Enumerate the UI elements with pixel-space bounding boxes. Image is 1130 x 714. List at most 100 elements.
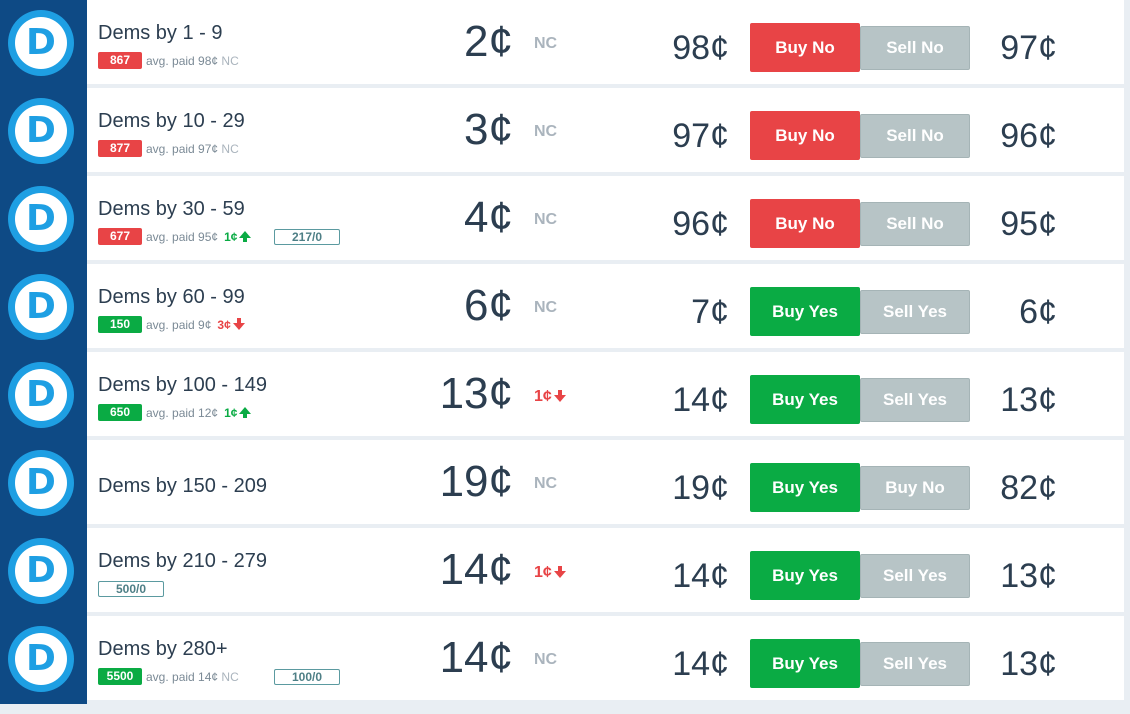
buy-button[interactable]: Buy No: [750, 199, 860, 248]
buy-button[interactable]: Buy Yes: [750, 287, 860, 336]
sell-price: 6¢: [1019, 293, 1057, 331]
holding-info: 877 avg. paid 97¢ NC: [98, 140, 239, 157]
open-orders-badge[interactable]: 217/0: [274, 229, 340, 245]
shares-badge: 150: [98, 316, 142, 333]
avg-paid: avg. paid 98¢ NC: [146, 53, 239, 68]
contract-row: D Dems by 150 - 209 19¢ NC 19¢ Buy Yes Buy No 8…: [8, 440, 1124, 524]
price-change: 1¢: [534, 388, 566, 406]
holding-info: 5500 avg. paid 14¢ NC: [98, 668, 239, 685]
contract-row: D Dems by 60 - 99 150 avg. paid 9¢ 3¢ 6¢ NC 7¢ B…: [8, 264, 1124, 348]
contract-name[interactable]: Dems by 150 - 209: [98, 475, 267, 498]
shares-badge: 5500: [98, 668, 142, 685]
sell-price: 95¢: [1000, 205, 1057, 243]
latest-price: 14¢: [439, 633, 513, 682]
buy-button[interactable]: Buy Yes: [750, 463, 860, 512]
buy-button[interactable]: Buy No: [750, 111, 860, 160]
holding-info: 867 avg. paid 98¢ NC: [98, 52, 239, 69]
best-offer: 14¢: [672, 381, 729, 419]
contract-list: D Dems by 1 - 9 867 avg. paid 98¢ NC 2¢ NC 98¢…: [8, 0, 1124, 704]
democrat-logo-icon: D: [8, 274, 74, 340]
shares-badge: 867: [98, 52, 142, 69]
contract-name[interactable]: Dems by 10 - 29: [98, 110, 245, 133]
best-offer: 96¢: [672, 205, 729, 243]
arrow-down-icon: [232, 318, 245, 330]
democrat-logo-icon: D: [8, 98, 74, 164]
buy-button[interactable]: Buy Yes: [750, 639, 860, 688]
shares-badge: 877: [98, 140, 142, 157]
contract-row: D Dems by 210 - 279 500/0 14¢ 1¢ 14¢ Buy Yes Se…: [8, 528, 1124, 612]
avg-paid: avg. paid 97¢ NC: [146, 141, 239, 156]
shares-badge: 677: [98, 228, 142, 245]
contract-row: D Dems by 10 - 29 877 avg. paid 97¢ NC 3¢ NC 9…: [8, 88, 1124, 172]
arrow-up-icon: [239, 231, 252, 242]
buy-button[interactable]: Buy Yes: [750, 375, 860, 424]
sell-button[interactable]: Sell Yes: [860, 378, 970, 422]
sell-button[interactable]: Sell No: [860, 26, 970, 70]
holding-info: 677 avg. paid 95¢ 1¢: [98, 228, 252, 245]
arrow-down-icon: [553, 389, 566, 402]
best-offer: 14¢: [672, 557, 729, 595]
price-change: NC: [534, 475, 558, 492]
holding-info: 650 avg. paid 12¢ 1¢: [98, 404, 252, 421]
contract-row: D Dems by 1 - 9 867 avg. paid 98¢ NC 2¢ NC 98¢…: [8, 0, 1124, 84]
democrat-logo-icon: D: [8, 450, 74, 516]
holding-info: 150 avg. paid 9¢ 3¢: [98, 316, 245, 333]
sell-button[interactable]: Sell No: [860, 114, 970, 158]
latest-price: 14¢: [439, 545, 513, 594]
sell-price: 13¢: [1000, 381, 1057, 419]
contract-row: D Dems by 280+ 5500 avg. paid 14¢ NC 100/0 14…: [8, 616, 1124, 700]
best-offer: 97¢: [672, 117, 729, 155]
latest-price: 19¢: [439, 457, 513, 506]
contract-row: D Dems by 100 - 149 650 avg. paid 12¢ 1¢ 13¢ 1…: [8, 352, 1124, 436]
arrow-down-icon: [553, 565, 566, 578]
best-offer: 14¢: [672, 645, 729, 683]
democrat-logo-icon: D: [8, 362, 74, 428]
contract-name[interactable]: Dems by 210 - 279: [98, 550, 267, 573]
democrat-logo-icon: D: [8, 538, 74, 604]
sell-button[interactable]: Sell Yes: [860, 554, 970, 598]
contract-name[interactable]: Dems by 1 - 9: [98, 22, 222, 45]
best-offer: 98¢: [672, 29, 729, 67]
contract-name[interactable]: Dems by 100 - 149: [98, 374, 267, 397]
buy-button[interactable]: Buy Yes: [750, 551, 860, 600]
open-orders-badge[interactable]: 100/0: [274, 669, 340, 685]
price-change: NC: [534, 35, 558, 52]
avg-change: 1¢: [224, 230, 252, 244]
sell-button[interactable]: Sell No: [860, 202, 970, 246]
price-change: NC: [534, 123, 558, 140]
price-change: NC: [534, 651, 558, 668]
contract-name[interactable]: Dems by 30 - 59: [98, 198, 245, 221]
avg-change: 1¢: [224, 406, 252, 420]
sell-price: 13¢: [1000, 645, 1057, 683]
latest-price: 13¢: [439, 369, 513, 418]
price-change: NC: [534, 299, 558, 316]
sell-button[interactable]: Sell Yes: [860, 290, 970, 334]
sell-button[interactable]: Sell Yes: [860, 642, 970, 686]
best-offer: 7¢: [691, 293, 729, 331]
avg-change: 3¢: [217, 318, 245, 332]
avg-paid: avg. paid 9¢: [146, 317, 212, 332]
avg-paid: avg. paid 12¢: [146, 405, 219, 420]
sell-price: 96¢: [1000, 117, 1057, 155]
democrat-logo-icon: D: [8, 626, 74, 692]
latest-price: 3¢: [464, 105, 513, 154]
avg-paid: avg. paid 14¢ NC: [146, 669, 239, 684]
democrat-logo-icon: D: [8, 10, 74, 76]
latest-price: 6¢: [464, 281, 513, 330]
contract-name[interactable]: Dems by 60 - 99: [98, 286, 245, 309]
sell-price: 82¢: [1000, 469, 1057, 507]
avg-paid: avg. paid 95¢: [146, 229, 219, 244]
sell-button[interactable]: Buy No: [860, 466, 970, 510]
latest-price: 4¢: [464, 193, 513, 242]
sell-price: 13¢: [1000, 557, 1057, 595]
contract-name[interactable]: Dems by 280+: [98, 638, 228, 661]
latest-price: 2¢: [464, 17, 513, 66]
price-change: NC: [534, 211, 558, 228]
open-orders-badge[interactable]: 500/0: [98, 581, 164, 597]
arrow-up-icon: [239, 407, 252, 418]
shares-badge: 650: [98, 404, 142, 421]
democrat-logo-icon: D: [8, 186, 74, 252]
buy-button[interactable]: Buy No: [750, 23, 860, 72]
price-change: 1¢: [534, 564, 566, 582]
contract-row: D Dems by 30 - 59 677 avg. paid 95¢ 1¢ 217/0 4…: [8, 176, 1124, 260]
